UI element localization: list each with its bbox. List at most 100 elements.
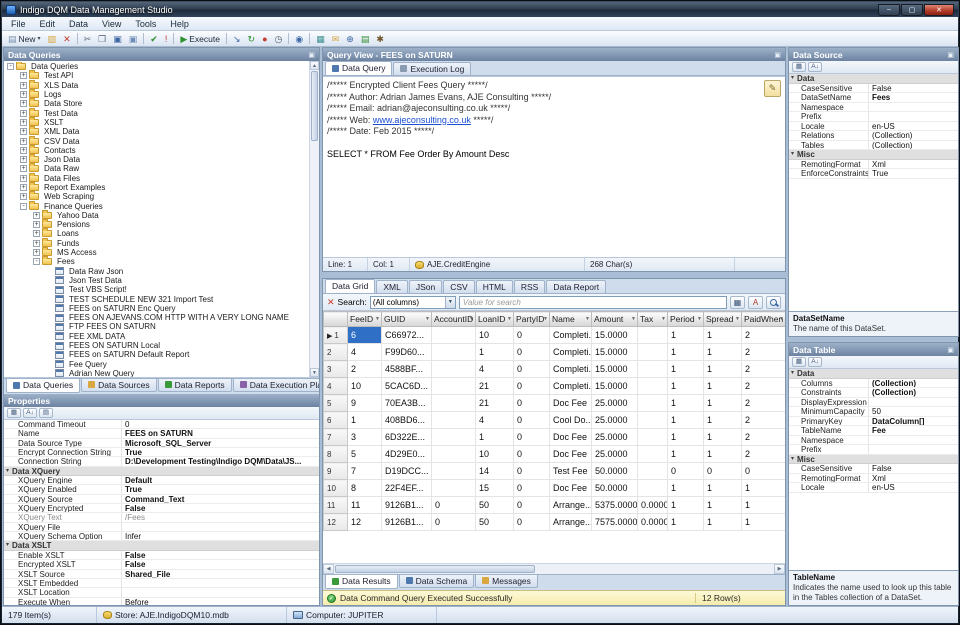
tree-item-logs[interactable]: +Logs [4,90,309,99]
grid-cell[interactable]: 10 [476,327,514,344]
tree-item-adrian-new-query[interactable]: Adrian New Query [4,369,309,377]
tree-expander-icon[interactable]: + [20,156,27,163]
property-row-data-source-type[interactable]: Data Source TypeMicrosoft_SQL_Server [4,439,319,448]
maximize-button[interactable]: ▢ [901,4,923,16]
menu-data[interactable]: Data [62,18,95,30]
grid-cell[interactable]: 0 [514,378,550,395]
grid-cell[interactable]: D19DCC... [382,463,432,480]
tree-item-finance-queries[interactable]: -Finance Queries [4,201,309,210]
categorize-button[interactable]: ▦ [792,357,806,367]
property-row-xquery-enabled[interactable]: XQuery EnabledTrue [4,485,319,494]
grid-cell[interactable] [432,344,476,361]
grid-cell[interactable]: 0.0000 [638,514,668,531]
grid-cell[interactable]: 25.0000 [592,446,638,463]
grid-cell[interactable] [638,378,668,395]
highlight-button[interactable]: A [748,296,763,309]
grid-cell[interactable]: 1 [704,378,742,395]
tree-item-fees-on-ajevans-com-http-with-a-very-long-name[interactable]: FEES ON AJEVANS.COM HTTP WITH A VERY LON… [4,313,309,322]
grid-horizontal-scrollbar[interactable]: ◀ ▶ [323,563,785,574]
tree-expander-icon[interactable]: + [20,72,27,79]
grid-cell[interactable]: Cool Do... [550,412,592,429]
tree-expander-icon[interactable]: + [20,138,27,145]
grid-cell[interactable]: 1 [704,497,742,514]
grid-cell[interactable]: 408BD6... [382,412,432,429]
tree-item-xslt[interactable]: +XSLT [4,118,309,127]
tree-expander-icon[interactable]: + [20,110,27,117]
tree-expander-icon[interactable]: + [20,128,27,135]
tree-item-pensions[interactable]: +Pensions [4,220,309,229]
web-link[interactable]: www.ajeconsulting.co.uk [373,115,471,125]
tree-item-fees[interactable]: -Fees [4,257,309,266]
grid-cell[interactable]: 0 [514,429,550,446]
scroll-left-icon[interactable]: ◀ [323,564,334,574]
categorize-button[interactable]: ▦ [792,62,806,72]
property-row-displayexpression[interactable]: DisplayExpression [789,398,958,408]
grid-cell[interactable]: 1 [668,395,704,412]
scroll-thumb[interactable] [335,565,535,573]
grid-cell[interactable]: 2 [742,412,786,429]
property-row-minimumcapacity[interactable]: MinimumCapacity50 [789,407,958,417]
tree-item-web-scraping[interactable]: +Web Scraping [4,192,309,201]
grid-cell[interactable]: 0 [514,395,550,412]
grid-cell[interactable]: 2 [742,395,786,412]
tree-expander-icon[interactable]: + [33,249,40,256]
grid-cell[interactable]: 50.0000 [592,463,638,480]
property-category-data[interactable]: ▾Data [789,369,958,379]
grid-cell[interactable] [638,429,668,446]
tree-expander-icon[interactable]: - [20,203,27,210]
tree-expander-icon[interactable]: + [20,82,27,89]
property-row-namespace[interactable]: Namespace [789,103,958,113]
menu-file[interactable]: File [4,18,33,30]
grid-cell[interactable]: Doc Fee [550,480,592,497]
format-tab-json[interactable]: JSon [409,280,442,293]
tree-item-json-data[interactable]: +Json Data [4,155,309,164]
sort-az-button[interactable]: A↓ [808,62,822,72]
property-row-encrypt-connection-string[interactable]: Encrypt Connection StringTrue [4,448,319,457]
grid-cell[interactable]: 0 [514,344,550,361]
grid-cell[interactable]: 1 [704,429,742,446]
column-header-spread[interactable]: Spread▼ [704,312,742,327]
tree-item-yahoo-data[interactable]: +Yahoo Data [4,211,309,220]
cut-button[interactable]: ✂ [81,32,95,46]
tree-item-test-data[interactable]: +Test Data [4,108,309,117]
grid-cell[interactable] [638,361,668,378]
grid-cell[interactable]: Completi... [550,327,592,344]
grid-cell[interactable]: Completi... [550,361,592,378]
grid-cell[interactable] [432,480,476,497]
grid-cell[interactable]: 9126B1... [382,497,432,514]
scroll-down-icon[interactable]: ▼ [310,368,319,377]
grid-cell[interactable]: 6 [348,327,382,344]
tree-item-test-schedule-new-321-import-test[interactable]: TEST SCHEDULE NEW 321 Import Test [4,294,309,303]
grid-cell[interactable]: 1 [476,429,514,446]
row-header[interactable]: 7 [324,429,348,446]
tree-item-data-store[interactable]: +Data Store [4,99,309,108]
property-row-primarykey[interactable]: PrimaryKeyDataColumn[] [789,417,958,427]
edit-script-button[interactable]: ✎ [764,80,781,97]
grid-cell[interactable]: 15.0000 [592,361,638,378]
grid-cell[interactable] [432,327,476,344]
grid-cell[interactable]: 2 [742,327,786,344]
grid-cell[interactable]: 1 [668,446,704,463]
tree-expander-icon[interactable]: + [20,91,27,98]
tree-item-data-queries[interactable]: -Data Queries [4,62,309,71]
grid-cell[interactable] [638,344,668,361]
tree-item-fee-query[interactable]: Fee Query [4,360,309,369]
web-button[interactable]: ⊕ [343,32,357,46]
property-row-datasetname[interactable]: DataSetNameFees [789,93,958,103]
grid-cell[interactable] [432,395,476,412]
property-row-casesensitive[interactable]: CaseSensitiveFalse [789,84,958,94]
column-header-partyid[interactable]: PartyID▼ [514,312,550,327]
property-category-misc[interactable]: ▾Misc [789,455,958,465]
grid-cell[interactable]: 7 [348,463,382,480]
grid-cell[interactable]: 22F4EF... [382,480,432,497]
categorize-button[interactable]: ▦ [7,408,21,418]
tree-item-data-raw[interactable]: +Data Raw [4,164,309,173]
property-row-prefix[interactable]: Prefix [789,112,958,122]
grid-cell[interactable]: Test Fee [550,463,592,480]
scroll-up-icon[interactable]: ▲ [310,61,319,70]
grid-cell[interactable]: 4D29E0... [382,446,432,463]
grid-cell[interactable]: 21 [476,395,514,412]
row-header[interactable]: 6 [324,412,348,429]
tree-expander-icon[interactable]: + [20,184,27,191]
property-row-constraints[interactable]: Constraints(Collection) [789,388,958,398]
